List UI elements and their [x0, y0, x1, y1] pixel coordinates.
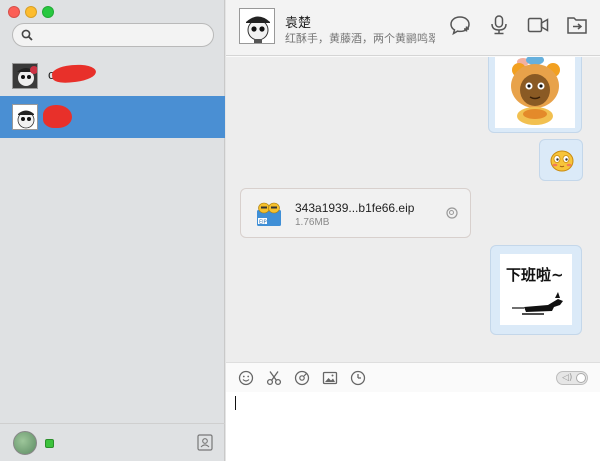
- text-caret: [235, 396, 236, 410]
- history-icon[interactable]: [294, 370, 310, 386]
- file-size: 1.76MB: [295, 217, 330, 228]
- image-icon[interactable]: [322, 370, 338, 386]
- close-window-button[interactable]: [8, 6, 20, 18]
- message-emoji[interactable]: [539, 139, 583, 181]
- blush-emoji-icon: [550, 150, 574, 172]
- message-sticker[interactable]: [488, 57, 582, 133]
- svg-text:EIP: EIP: [259, 220, 267, 226]
- off-work-sticker: 下班啦~: [500, 254, 572, 325]
- conversation-item-selected[interactable]: [0, 96, 225, 138]
- magnifier-icon[interactable]: [446, 207, 458, 219]
- chat-pane: 袁楚 红酥手，黄藤酒，两个黄鹂鸣翠柳 EIP 343a1939...b1fe66…: [226, 0, 600, 461]
- contact-signature: 红酥手，黄藤酒，两个黄鹂鸣翠柳: [285, 33, 435, 45]
- scissors-icon[interactable]: [266, 370, 282, 386]
- message-list[interactable]: EIP 343a1939...b1fe66.eip 1.76MB 下班啦~: [226, 57, 600, 362]
- contact-name: 袁楚: [285, 15, 312, 30]
- sticker-caption: 下班啦~: [506, 266, 564, 284]
- message-file[interactable]: EIP 343a1939...b1fe66.eip 1.76MB: [240, 188, 471, 238]
- contacts-icon[interactable]: [197, 434, 213, 451]
- emoji-icon[interactable]: [238, 370, 254, 386]
- microphone-icon[interactable]: [488, 14, 510, 36]
- minimize-window-button[interactable]: [25, 6, 37, 18]
- cartoon-sticker: [495, 57, 575, 128]
- voice-toggle[interactable]: ◁): [556, 371, 588, 385]
- compose-toolbar: ◁): [226, 362, 600, 392]
- online-status-icon[interactable]: [45, 439, 54, 448]
- conversation-item[interactable]: c: [0, 54, 225, 96]
- my-avatar[interactable]: [13, 431, 37, 455]
- window-controls: [8, 6, 54, 18]
- search-icon: [21, 29, 33, 41]
- sidebar-footer: [0, 423, 225, 461]
- redaction-mark: [51, 62, 97, 85]
- toggle-knob: [576, 373, 586, 383]
- message-sticker[interactable]: 下班啦~: [490, 245, 582, 335]
- contact-avatar[interactable]: [239, 8, 275, 44]
- sidebar: c: [0, 0, 225, 461]
- chat-bubble-icon[interactable]: [449, 14, 471, 36]
- speaker-icon: ◁): [562, 373, 573, 383]
- message-input[interactable]: [226, 392, 600, 461]
- eip-file-icon: EIP: [257, 202, 281, 226]
- search-box[interactable]: [12, 23, 214, 47]
- dog-icon: [512, 292, 563, 315]
- redaction-mark: [43, 105, 72, 128]
- avatar: [12, 63, 38, 89]
- header-actions: [449, 14, 588, 36]
- avatar: [12, 104, 38, 130]
- video-camera-icon[interactable]: [527, 14, 549, 36]
- search-input[interactable]: [37, 27, 207, 43]
- chat-header: 袁楚 红酥手，黄藤酒，两个黄鹂鸣翠柳: [226, 0, 600, 56]
- zoom-window-button[interactable]: [42, 6, 54, 18]
- send-file-icon[interactable]: [566, 14, 588, 36]
- file-name: 343a1939...b1fe66.eip: [295, 201, 415, 215]
- clock-icon[interactable]: [350, 370, 366, 386]
